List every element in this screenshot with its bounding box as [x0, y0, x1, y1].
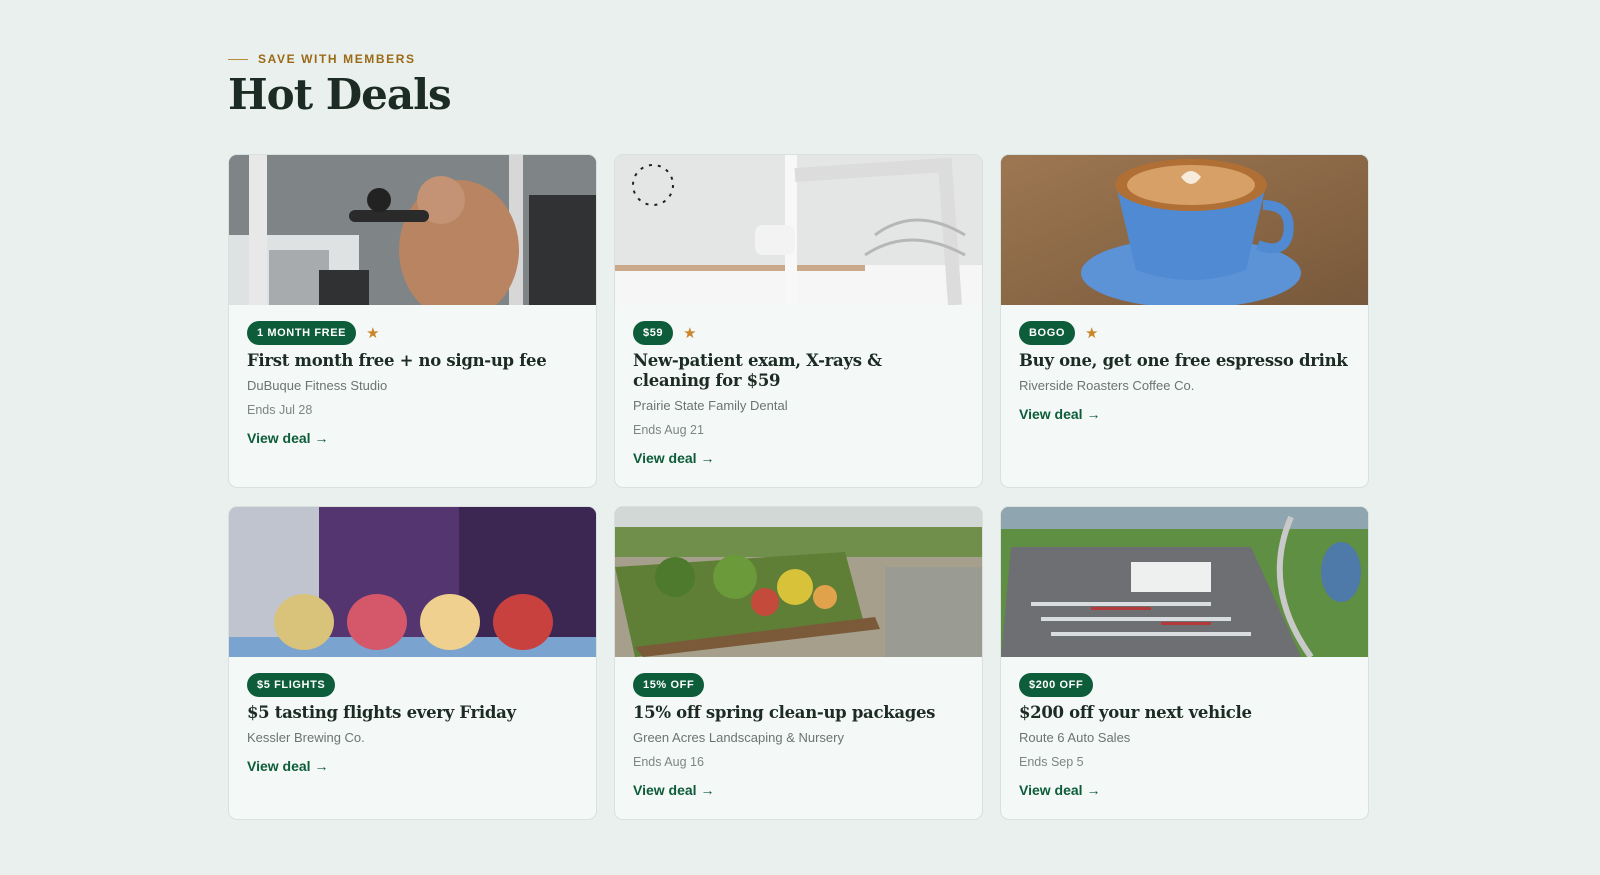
deal-card[interactable]: BOGO ★ Buy one, get one free espresso dr… [1000, 154, 1369, 488]
star-icon: ★ [366, 324, 380, 342]
deal-card[interactable]: $59 ★ New-patient exam, X-rays & cleanin… [614, 154, 983, 488]
deal-merchant: Green Acres Landscaping & Nursery [633, 730, 844, 745]
page-title: Hot Deals [228, 70, 452, 119]
deal-image-garden-nursery [615, 507, 982, 657]
deal-badge: $5 FLIGHTS [247, 673, 336, 697]
deal-title: Buy one, get one free espresso drink [1019, 351, 1348, 370]
star-icon: ★ [683, 324, 697, 342]
view-deal-link[interactable]: View deal → [247, 757, 328, 775]
deal-title: New-patient exam, X-rays & cleaning for … [633, 351, 882, 390]
deal-card[interactable]: $200 OFF $200 off your next vehicle Rout… [1000, 506, 1369, 820]
deal-expiry: Ends Sep 5 [1019, 755, 1084, 769]
deal-merchant: Kessler Brewing Co. [247, 730, 365, 745]
deal-merchant: Riverside Roasters Coffee Co. [1019, 378, 1195, 393]
deal-merchant: DuBuque Fitness Studio [247, 378, 388, 393]
deal-image-dental [615, 155, 982, 305]
deal-title: 15% off spring clean-up packages [633, 703, 936, 722]
deal-title: $5 tasting flights every Friday [247, 703, 516, 722]
view-deal-link[interactable]: View deal → [1019, 405, 1100, 423]
deal-expiry: Ends Aug 21 [633, 423, 704, 437]
deal-title: $200 off your next vehicle [1019, 703, 1252, 722]
deal-merchant: Prairie State Family Dental [633, 398, 788, 413]
deal-image-beer-flight [229, 507, 596, 657]
view-deal-link[interactable]: View deal → [633, 449, 714, 467]
view-deal-link[interactable]: View deal → [633, 781, 714, 799]
deal-image-car-dealership [1001, 507, 1368, 657]
deal-title: First month free + no sign-up fee [247, 351, 547, 370]
deal-card[interactable]: 1 MONTH FREE ★ First month free + no sig… [228, 154, 597, 488]
view-deal-link[interactable]: View deal → [1019, 781, 1100, 799]
deal-badge: $200 OFF [1019, 673, 1094, 697]
eyebrow-text: SAVE WITH MEMBERS [258, 52, 416, 66]
section-eyebrow: SAVE WITH MEMBERS [228, 52, 416, 66]
deal-badge: BOGO [1019, 321, 1076, 345]
deal-badge: 15% OFF [633, 673, 705, 697]
deals-grid: 1 MONTH FREE ★ First month free + no sig… [228, 154, 1369, 820]
deal-card[interactable]: 15% OFF 15% off spring clean-up packages… [614, 506, 983, 820]
deal-merchant: Route 6 Auto Sales [1019, 730, 1131, 745]
deal-image-espresso [1001, 155, 1368, 305]
deal-card[interactable]: $5 FLIGHTS $5 tasting flights every Frid… [228, 506, 597, 820]
view-deal-link[interactable]: View deal → [247, 429, 328, 447]
deal-badge: 1 MONTH FREE [247, 321, 357, 345]
deal-image-gym [229, 155, 596, 305]
deal-expiry: Ends Aug 16 [633, 755, 704, 769]
star-icon: ★ [1085, 324, 1099, 342]
eyebrow-rule [228, 58, 248, 60]
deal-badge: $59 [633, 321, 674, 345]
deal-expiry: Ends Jul 28 [247, 403, 313, 417]
